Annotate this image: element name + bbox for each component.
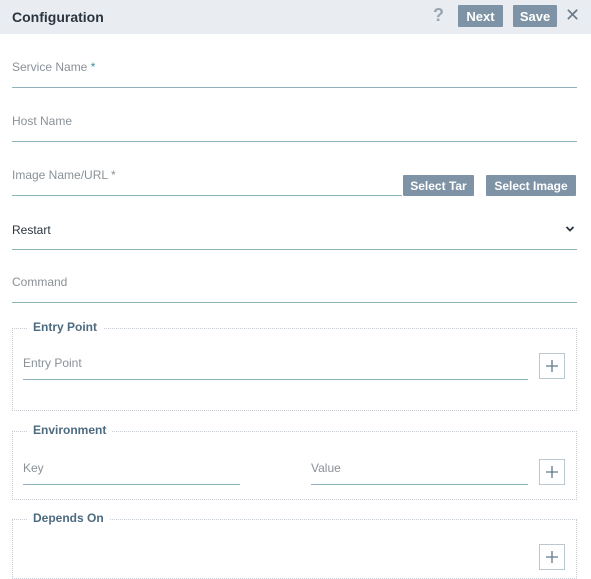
image-name-field[interactable]: Image Name/URL * [12, 168, 402, 196]
restart-select[interactable]: Restart [12, 222, 577, 250]
command-label: Command [12, 275, 68, 289]
depends-on-group: Depends On [12, 511, 577, 579]
entry-point-title: Entry Point [27, 320, 104, 334]
image-name-label: Image Name/URL * [12, 168, 116, 182]
select-image-button[interactable]: Select Image [486, 175, 576, 196]
select-tar-button[interactable]: Select Tar [403, 175, 474, 196]
env-value-input[interactable]: Value [311, 461, 528, 485]
environment-group: Environment Key Value [12, 423, 577, 500]
plus-icon [546, 466, 558, 478]
env-key-input[interactable]: Key [23, 461, 240, 485]
restart-select-value: Restart [12, 223, 51, 237]
command-field[interactable]: Command [12, 275, 577, 303]
dialog-title: Configuration [12, 9, 104, 25]
add-environment-button[interactable] [539, 459, 565, 485]
entry-point-input-label: Entry Point [23, 356, 82, 370]
save-button[interactable]: Save [513, 5, 557, 27]
plus-icon [546, 360, 558, 372]
close-icon[interactable]: ✕ [565, 5, 580, 26]
host-name-field[interactable]: Host Name [12, 114, 577, 142]
required-mark: * [90, 60, 96, 74]
add-entry-point-button[interactable] [539, 353, 565, 379]
dialog-header: Configuration ? Next Save ✕ [0, 0, 591, 34]
add-dependency-button[interactable] [539, 544, 565, 570]
next-button[interactable]: Next [458, 5, 503, 27]
depends-on-title: Depends On [27, 511, 110, 525]
required-mark: * [110, 168, 116, 182]
help-icon[interactable]: ? [433, 5, 444, 26]
env-key-label: Key [23, 461, 44, 475]
entry-point-input[interactable]: Entry Point [23, 356, 528, 380]
service-name-field[interactable]: Service Name * [12, 60, 577, 88]
environment-title: Environment [27, 423, 113, 437]
host-name-label: Host Name [12, 114, 73, 128]
entry-point-group: Entry Point Entry Point [12, 320, 577, 411]
env-value-label: Value [311, 461, 341, 475]
service-name-label: Service Name * [12, 60, 96, 74]
chevron-down-icon [565, 226, 575, 232]
